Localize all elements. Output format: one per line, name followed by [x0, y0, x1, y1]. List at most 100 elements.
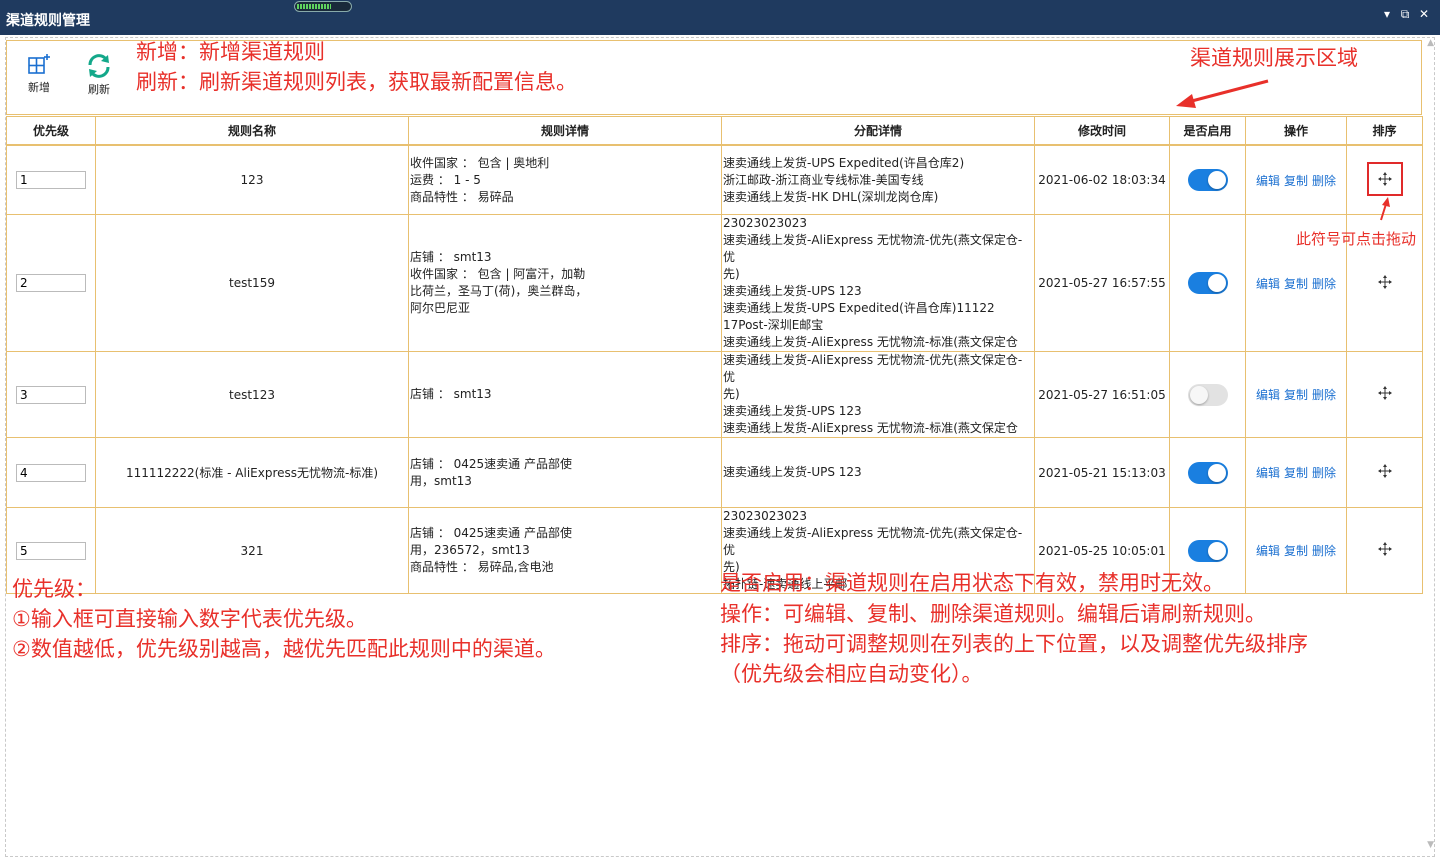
- refresh-button[interactable]: 刷新: [77, 53, 121, 97]
- allocation-cell: 速卖通线上发货-AliExpress 无忧物流-优先(燕文保定仓-优 先) 速卖通线…: [721, 351, 1035, 438]
- text-line: 速卖通线上发货-AliExpress 无忧物流-优先(燕文保定仓-优: [723, 526, 1023, 557]
- priority-input[interactable]: [16, 274, 86, 292]
- edit-link[interactable]: 编辑: [1256, 388, 1280, 402]
- annotation-sort-line1: 排序：拖动可调整规则在列表的上下位置，以及调整优先级排序: [720, 632, 1308, 656]
- add-button[interactable]: 新增: [17, 53, 61, 95]
- header-operation[interactable]: 操作: [1245, 116, 1347, 145]
- drag-handle[interactable]: [1367, 454, 1403, 488]
- copy-link[interactable]: 复制: [1284, 174, 1308, 188]
- operation-cell: 编辑 复制 删除: [1245, 351, 1347, 438]
- priority-input[interactable]: [16, 541, 86, 560]
- rule-detail-cell: 店铺 ： smt13 收件国家 ： 包含 | 阿富汗，加勒 比荷兰，圣马丁(荷)，奥…: [408, 214, 722, 352]
- table-header-row: 优先级 规则名称 规则详情 分配详情 修改时间 是否启用 操作 排序: [6, 116, 1423, 145]
- text-line: 比荷兰，圣马丁(荷)，奥兰群岛，: [410, 284, 588, 298]
- close-button[interactable]: ✕: [1416, 7, 1432, 21]
- priority-cell: [6, 214, 96, 352]
- operation-cell: 编辑 复制 删除: [1245, 437, 1347, 508]
- scroll-down-arrow[interactable]: ▼: [1427, 840, 1434, 850]
- table-row[interactable]: 111112222(标准 - AliExpress无忧物流-标准)店铺 ： 04…: [6, 437, 1423, 508]
- header-name[interactable]: 规则名称: [95, 116, 409, 145]
- table-row[interactable]: 123收件国家 ： 包含 | 奥地利运费 ： 1 - 5 商品特性 ： 易碎品 速卖…: [6, 145, 1423, 215]
- text-line: 店铺 ： smt13: [410, 387, 492, 401]
- toggle-knob: [1207, 541, 1226, 560]
- text-line: 用，236572，smt13: [410, 543, 530, 557]
- drag-handle[interactable]: [1367, 532, 1403, 566]
- text-line: 商品特性 ： 易碎品,含电池: [410, 560, 554, 574]
- operation-cell: 编辑 复制 删除: [1245, 507, 1347, 594]
- enable-toggle[interactable]: [1187, 539, 1228, 562]
- copy-link[interactable]: 复制: [1284, 388, 1308, 402]
- add-grid-icon: [28, 54, 50, 74]
- priority-cell: [6, 145, 96, 215]
- annotation-arrow-drag-icon: [1380, 197, 1390, 221]
- text-line: 浙江邮政-浙江商业专线标准-美国专线: [723, 172, 924, 187]
- copy-link[interactable]: 复制: [1284, 277, 1308, 291]
- annotation-drag-hint: 此符号可点击拖动: [1296, 230, 1417, 248]
- header-modified[interactable]: 修改时间: [1034, 116, 1170, 145]
- window-titlebar: 渠道规则管理 ▾ ⧉ ✕: [0, 0, 1440, 35]
- rule-name-cell: 321: [95, 507, 409, 594]
- delete-link[interactable]: 删除: [1312, 466, 1336, 480]
- header-enabled[interactable]: 是否启用: [1169, 116, 1246, 145]
- move-icon: [1377, 171, 1392, 186]
- toggle-knob: [1207, 274, 1226, 292]
- text-line: 速卖通线上发货-UPS Expedited(许昌仓库)11122: [723, 301, 995, 315]
- priority-input[interactable]: [16, 463, 86, 482]
- sort-cell: [1346, 507, 1423, 594]
- rule-detail-cell: 店铺 ： 0425速卖通 产品部使 用，smt13: [408, 437, 722, 508]
- text-line: 速卖通线上发货-UPS 123: [723, 465, 862, 479]
- text-line: 用，smt13: [410, 473, 472, 488]
- text-line: 速卖通线上发货-AliExpress 无忧物流-优先(燕文保定仓-优: [723, 233, 1023, 264]
- annotation-operation: 操作：可编辑、复制、删除渠道规则。编辑后请刷新规则。: [720, 602, 1266, 626]
- edit-link[interactable]: 编辑: [1256, 544, 1280, 558]
- rule-name-cell: 123: [95, 145, 409, 215]
- priority-input[interactable]: [16, 171, 86, 189]
- table-row[interactable]: test159店铺 ： smt13 收件国家 ： 包含 | 阿富汗，加勒比荷兰，圣…: [6, 214, 1423, 352]
- delete-link[interactable]: 删除: [1312, 174, 1336, 188]
- priority-input[interactable]: [16, 385, 86, 404]
- annotation-refresh: 刷新：刷新渠道规则列表，获取最新配置信息。: [136, 70, 577, 94]
- scroll-up-arrow[interactable]: ▲: [1427, 38, 1434, 48]
- drag-handle[interactable]: [1366, 161, 1403, 196]
- text-line: 速卖通线上发货-AliExpress 无忧物流-优先(燕文保定仓-优: [723, 353, 1023, 384]
- enable-toggle[interactable]: [1187, 169, 1228, 191]
- minimize-button[interactable]: ▾: [1379, 7, 1395, 21]
- text-line: 阿尔巴尼亚: [410, 301, 471, 315]
- enable-toggle[interactable]: [1187, 461, 1228, 484]
- rule-name-cell: test123: [95, 351, 409, 438]
- copy-link[interactable]: 复制: [1284, 466, 1308, 480]
- loading-progress-bar: [294, 1, 352, 12]
- allocation-cell: 速卖通线上发货-UPS Expedited(许昌仓库2) 浙江邮政-浙江商业专线标…: [721, 145, 1035, 215]
- modified-time-cell: 2021-05-27 16:57:55: [1034, 214, 1170, 352]
- header-sort[interactable]: 排序: [1346, 116, 1423, 145]
- edit-link[interactable]: 编辑: [1256, 466, 1280, 480]
- text-line: 17Post-深圳E邮宝: [723, 318, 824, 332]
- header-detail[interactable]: 规则详情: [408, 116, 722, 145]
- enable-toggle[interactable]: [1187, 272, 1228, 294]
- text-line: 速卖通线上发货-UPS Expedited(许昌仓库2): [723, 155, 965, 170]
- edit-link[interactable]: 编辑: [1256, 174, 1280, 188]
- delete-link[interactable]: 删除: [1312, 277, 1336, 291]
- priority-cell: [6, 351, 96, 438]
- annotation-priority-line1: ①输入框可直接输入数字代表优先级。: [12, 607, 367, 631]
- move-icon: [1377, 386, 1392, 400]
- text-line: 速卖通线上发货-AliExpress 无忧物流-标准(燕文保定仓: [723, 421, 1018, 435]
- allocation-cell: 速卖通线上发货-UPS 123: [721, 437, 1035, 508]
- restore-button[interactable]: ⧉: [1397, 7, 1413, 22]
- header-allocation[interactable]: 分配详情: [721, 116, 1035, 145]
- toggle-knob: [1207, 171, 1226, 189]
- delete-link[interactable]: 删除: [1312, 388, 1336, 402]
- table-row[interactable]: test123店铺 ： smt13 速卖通线上发货-AliExpress 无忧物流…: [6, 351, 1423, 438]
- copy-link[interactable]: 复制: [1284, 544, 1308, 558]
- annotation-priority-line2: ②数值越低，优先级别越高，越优先匹配此规则中的渠道。: [12, 637, 556, 661]
- toggle-knob: [1207, 463, 1226, 482]
- text-line: 23023023023: [723, 216, 807, 230]
- delete-link[interactable]: 删除: [1312, 544, 1336, 558]
- annotation-sort-line2: （优先级会相应自动变化）。: [720, 662, 983, 686]
- edit-link[interactable]: 编辑: [1256, 277, 1280, 291]
- text-line: 店铺 ： smt13: [410, 250, 492, 264]
- header-priority[interactable]: 优先级: [6, 116, 96, 145]
- drag-handle[interactable]: [1367, 265, 1403, 299]
- enable-toggle[interactable]: [1187, 383, 1228, 406]
- drag-handle[interactable]: [1367, 376, 1403, 410]
